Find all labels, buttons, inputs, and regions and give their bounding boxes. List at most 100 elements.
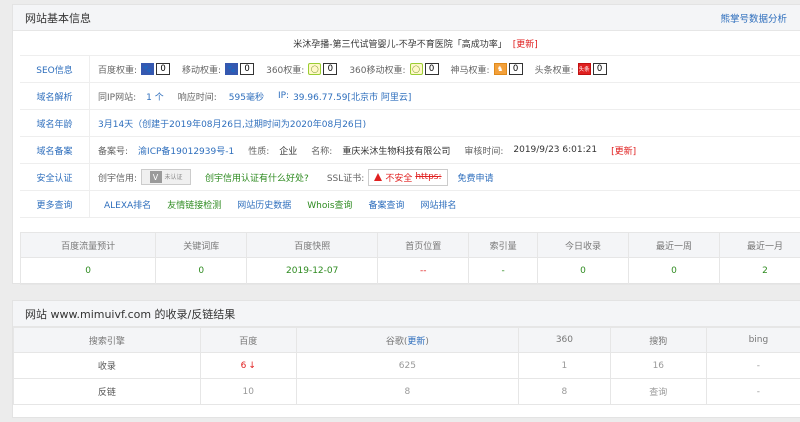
toutiao-weight[interactable]: 头条权重: 头条 0: [535, 63, 607, 76]
sogou-query-link[interactable]: 查询: [609, 378, 707, 405]
baidu-indexed-cell: 6 ↓: [199, 352, 297, 379]
more-queries-row: 更多查询 ALEXA排名 友情链接检测 网站历史数据 Whois查询 备案查询 …: [20, 191, 800, 218]
ssl-insecure-text: 不安全: [385, 173, 413, 184]
ssl-label: SSL证书:: [326, 173, 365, 184]
360-icon: ◯: [308, 63, 322, 75]
ssl-https-text: https:: [415, 172, 442, 182]
google-indexed-link[interactable]: 625: [295, 352, 520, 379]
icp-label: 域名备案: [20, 137, 90, 163]
dns-row: 域名解析 同IP网站: 1 个 响应时间: 595毫秒 IP: 39.96.77…: [20, 83, 800, 110]
keyword-count-link[interactable]: 0: [155, 257, 248, 285]
same-ip-label: 同IP网站:: [98, 92, 137, 103]
response-label: 响应时间:: [177, 92, 217, 103]
bing-indexed-value: -: [705, 352, 800, 379]
baidu-backlink-link[interactable]: 10: [199, 378, 297, 405]
icp-row: 域名备案 备案号: 渝ICP备19012939号-1 性质: 企业 名称: 重庆…: [20, 137, 800, 164]
seo-label: SEO信息: [20, 56, 90, 82]
site-info-header: 网站基本信息 熊掌号数据分析: [13, 5, 800, 31]
360-weight[interactable]: 360权重: ◯ 0: [266, 63, 338, 76]
engine-results-panel: 网站 www.mimuivf.com 的收录/反链结果 搜索引擎 百度 谷歌(更…: [12, 300, 800, 418]
engine-col-header: 搜索引擎: [13, 327, 201, 353]
bear-paw-analysis-link[interactable]: 熊掌号数据分析: [720, 11, 787, 25]
site-rank-link[interactable]: 网站排名: [421, 198, 457, 211]
homepage-position-value: --: [377, 257, 470, 285]
shenma-icon: ♞: [493, 63, 507, 75]
warning-icon: [374, 173, 383, 181]
engine-col-header: 搜狗: [609, 327, 707, 353]
credit-benefit-link[interactable]: 创宇信用认证有什么好处?: [205, 171, 309, 184]
icp-time-value: 2019/9/23 6:01:21: [513, 145, 598, 155]
table-row: 收录 6 ↓ 625 1 16 -: [13, 352, 800, 379]
site-info-title: 网站基本信息: [25, 11, 91, 25]
stats-header: 百度快照: [246, 232, 379, 258]
360-indexed-value: 1: [518, 352, 611, 379]
sogou-indexed-value: 16: [609, 352, 707, 379]
security-label: 安全认证: [20, 164, 90, 190]
down-arrow-icon: ↓: [248, 360, 256, 371]
site-title: 米沐孕播-第三代试管婴儿-不孕不育医院「高成功率」: [293, 39, 507, 50]
engine-results-title: 网站 www.mimuivf.com 的收录/反链结果: [25, 307, 236, 321]
engine-results-header: 网站 www.mimuivf.com 的收录/反链结果: [13, 301, 800, 327]
domain-age-label: 域名年龄: [20, 110, 90, 136]
stats-header: 最近一周: [628, 232, 720, 258]
baidu-weight[interactable]: 百度权重: 🐾 0: [98, 63, 171, 76]
360-icon: ◯: [409, 63, 423, 75]
icp-name-label: 名称:: [311, 146, 333, 157]
baidu-paw-icon: 🐾: [225, 63, 239, 75]
same-ip-link[interactable]: 1 个: [146, 90, 164, 103]
stats-header: 最近一月: [718, 232, 800, 258]
ssl-apply-link[interactable]: 免费申请: [458, 171, 494, 184]
site-info-panel: 网站基本信息 熊掌号数据分析 米沐孕播-第三代试管婴儿-不孕不育医院「高成功率」…: [12, 4, 800, 285]
stats-table: 百度流量预计 关键词库 百度快照 首页位置 索引量 今日收录 最近一周 最近一月…: [19, 232, 800, 285]
site-title-bar: 米沐孕播-第三代试管婴儿-不孕不育医院「高成功率」 [更新]: [20, 31, 800, 56]
ip-label: IP:: [277, 91, 290, 101]
credit-badge[interactable]: V 未认证: [141, 169, 192, 185]
ssl-status-badge[interactable]: 不安全 https:: [368, 168, 448, 186]
icp-num-label: 备案号:: [98, 146, 129, 157]
dns-label: 域名解析: [20, 83, 90, 109]
whois-link[interactable]: Whois查询: [307, 198, 352, 211]
baidu-snapshot-link[interactable]: 2019-12-07: [246, 257, 379, 285]
table-row: 反链 10 8 8 查询 -: [13, 378, 800, 405]
last-month-value: 2: [718, 257, 800, 285]
stats-header: 首页位置: [377, 232, 470, 258]
index-count-value: -: [468, 257, 539, 285]
baidu-paw-icon: 🐾: [141, 63, 155, 75]
domain-age-row: 域名年龄 3月14天（创建于2019年08月26日,过期时间为2020年08月2…: [20, 110, 800, 137]
site-title-update-link[interactable]: [更新]: [513, 37, 538, 50]
engine-col-header-google: 谷歌(更新): [295, 327, 520, 353]
stats-header: 百度流量预计: [19, 232, 157, 258]
friend-link-check[interactable]: 友情链接检测: [167, 198, 221, 211]
alexa-link[interactable]: ALEXA排名: [104, 198, 151, 211]
seo-row: SEO信息 百度权重: 🐾 0 移动权重: 🐾 0 360权重: ◯ 0 360…: [20, 56, 800, 83]
google-update-link[interactable]: 更新: [407, 337, 425, 347]
mobile-weight[interactable]: 移动权重: 🐾 0: [182, 63, 255, 76]
row-label: 反链: [13, 378, 201, 405]
shenma-weight[interactable]: 神马权重: ♞ 0: [451, 63, 523, 76]
engine-col-header: 百度: [199, 327, 297, 353]
icp-name-value: 重庆米沐生物科技有限公司: [342, 146, 451, 157]
bing-backlink-value: -: [705, 378, 800, 405]
360-mobile-weight[interactable]: 360移动权重: ◯ 0: [349, 63, 439, 76]
engine-col-header: bing: [705, 327, 800, 353]
credit-v-icon: V: [149, 171, 162, 183]
icp-num-link[interactable]: 渝ICP备19012939号-1: [138, 144, 234, 157]
response-value: 595毫秒: [228, 92, 264, 103]
stats-header: 今日收录: [537, 232, 629, 258]
today-indexed-value: 0: [537, 257, 629, 285]
icp-time-label: 审核时间:: [464, 146, 504, 157]
icp-update-link[interactable]: [更新]: [611, 144, 636, 157]
more-queries-label: 更多查询: [20, 191, 90, 217]
toutiao-icon: 头条: [577, 63, 591, 75]
credit-badge-text: 未认证: [164, 173, 183, 181]
icp-nature-value: 企业: [279, 146, 298, 157]
row-label: 收录: [13, 352, 201, 379]
engine-col-header: 360: [518, 327, 611, 353]
domain-age-value: 3月14天（创建于2019年08月26日,过期时间为2020年08月26日): [98, 119, 367, 130]
history-data-link[interactable]: 网站历史数据: [237, 198, 291, 211]
credit-label: 创宇信用:: [98, 173, 138, 184]
360-backlink-value: 8: [518, 378, 611, 405]
baidu-indexed-link[interactable]: 6: [241, 361, 247, 371]
icp-query-link[interactable]: 备案查询: [369, 198, 405, 211]
ip-link[interactable]: 39.96.77.59[北京市 阿里云]: [293, 90, 411, 103]
